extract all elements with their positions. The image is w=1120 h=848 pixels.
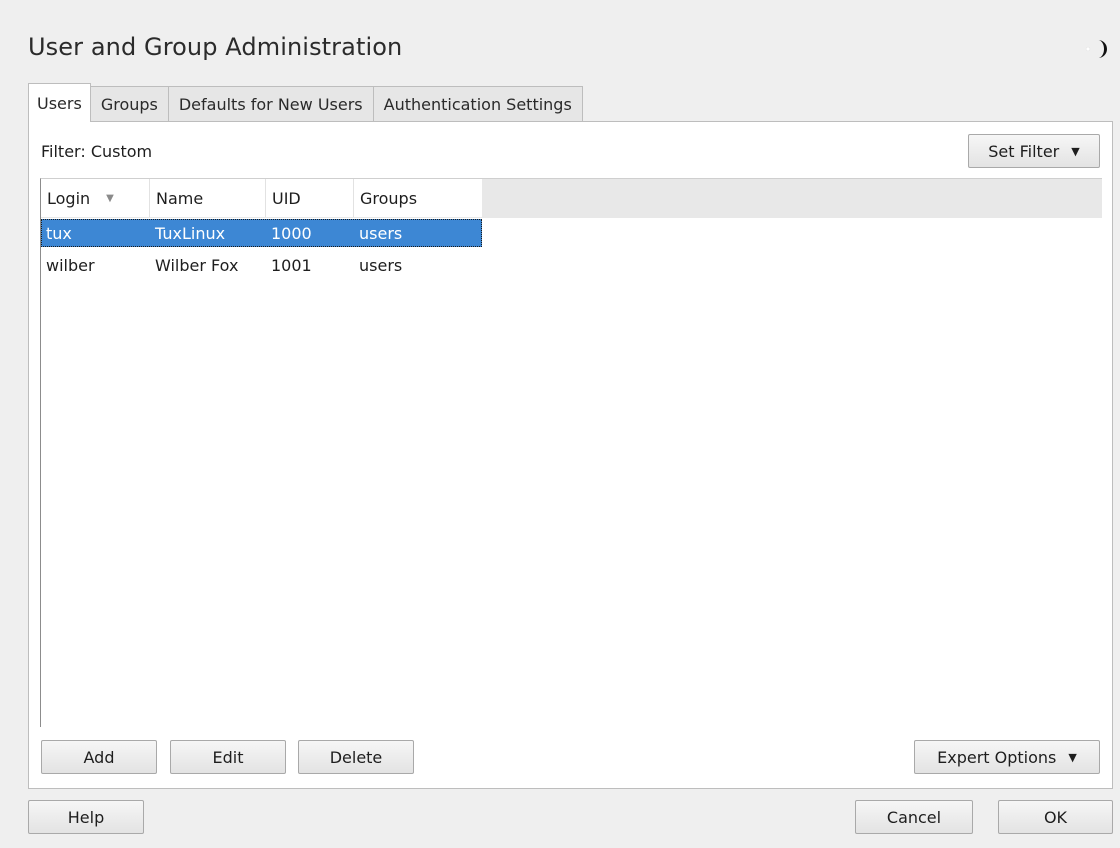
column-header-name[interactable]: Name [150, 179, 266, 217]
column-header-login[interactable]: Login ▼ [41, 179, 150, 217]
set-filter-label: Set Filter [988, 141, 1060, 161]
column-header-groups[interactable]: Groups [354, 179, 482, 217]
cell-name: Wilber Fox [155, 255, 239, 275]
expert-options-label: Expert Options [937, 747, 1057, 767]
delete-button[interactable]: Delete [298, 740, 414, 774]
expert-options-button[interactable]: Expert Options ▼ [914, 740, 1100, 774]
cell-groups: users [359, 223, 403, 243]
set-filter-button[interactable]: Set Filter ▼ [968, 134, 1100, 168]
column-label-name: Name [156, 188, 204, 208]
column-header-uid[interactable]: UID [266, 179, 354, 217]
tab-groups[interactable]: Groups [89, 86, 169, 122]
chevron-down-icon: ▼ [1068, 750, 1077, 764]
chevron-down-icon: ▼ [1071, 144, 1080, 158]
cancel-button[interactable]: Cancel [855, 800, 973, 834]
column-label-login: Login [47, 188, 91, 208]
table-row[interactable]: wilber Wilber Fox 1001 users [41, 251, 482, 279]
users-table[interactable]: Login ▼ Name UID Groups tux TuxLinux 100… [40, 178, 1102, 727]
cell-uid: 1000 [271, 223, 312, 243]
column-label-groups: Groups [360, 188, 418, 208]
help-button[interactable]: Help [28, 800, 144, 834]
filter-label: Filter: Custom [41, 142, 153, 161]
tab-defaults-for-new-users[interactable]: Defaults for New Users [167, 86, 374, 122]
cell-login: wilber [46, 255, 95, 275]
edit-button[interactable]: Edit [170, 740, 286, 774]
table-header: Login ▼ Name UID Groups [41, 179, 1102, 218]
tab-users[interactable]: Users [28, 83, 91, 122]
users-panel: Filter: Custom Set Filter ▼ Login ▼ Name… [28, 121, 1113, 789]
window-title: User and Group Administration [28, 33, 403, 61]
cell-groups: users [359, 255, 403, 275]
moon-icon [1085, 40, 1107, 58]
tab-authentication-settings[interactable]: Authentication Settings [372, 86, 583, 122]
tab-bar: Users Groups Defaults for New Users Auth… [28, 83, 583, 122]
cell-name: TuxLinux [155, 223, 226, 243]
cell-uid: 1001 [271, 255, 312, 275]
sort-down-icon: ▼ [106, 192, 114, 204]
column-label-uid: UID [272, 188, 301, 208]
cell-login: tux [46, 223, 72, 243]
ok-button[interactable]: OK [998, 800, 1113, 834]
add-button[interactable]: Add [41, 740, 157, 774]
table-row[interactable]: tux TuxLinux 1000 users [41, 219, 482, 247]
